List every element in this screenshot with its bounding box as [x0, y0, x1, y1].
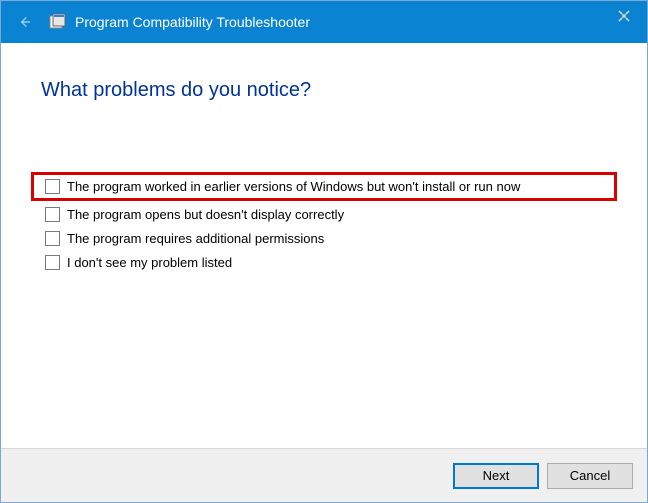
content-area: What problems do you notice? The program… [1, 43, 647, 448]
checkbox[interactable] [45, 207, 60, 222]
option-display-incorrectly[interactable]: The program opens but doesn't display co… [41, 204, 607, 225]
next-button[interactable]: Next [453, 463, 539, 489]
checkbox[interactable] [45, 255, 60, 270]
checkbox[interactable] [45, 231, 60, 246]
problem-checklist: The program worked in earlier versions o… [41, 172, 607, 273]
titlebar: Program Compatibility Troubleshooter [1, 1, 647, 43]
option-label[interactable]: The program requires additional permissi… [67, 231, 324, 246]
checkbox[interactable] [45, 179, 60, 194]
troubleshooter-window: Program Compatibility Troubleshooter Wha… [0, 0, 648, 503]
page-heading: What problems do you notice? [41, 79, 607, 102]
close-button[interactable] [601, 1, 647, 31]
program-icon [49, 13, 67, 31]
option-earlier-versions[interactable]: The program worked in earlier versions o… [31, 172, 617, 201]
option-additional-permissions[interactable]: The program requires additional permissi… [41, 228, 607, 249]
footer: Next Cancel [1, 448, 647, 502]
window-title: Program Compatibility Troubleshooter [75, 14, 310, 30]
option-label[interactable]: I don't see my problem listed [67, 255, 232, 270]
back-button [13, 11, 35, 33]
option-not-listed[interactable]: I don't see my problem listed [41, 252, 607, 273]
option-label[interactable]: The program opens but doesn't display co… [67, 207, 344, 222]
cancel-button[interactable]: Cancel [547, 463, 633, 489]
option-label[interactable]: The program worked in earlier versions o… [67, 179, 520, 194]
